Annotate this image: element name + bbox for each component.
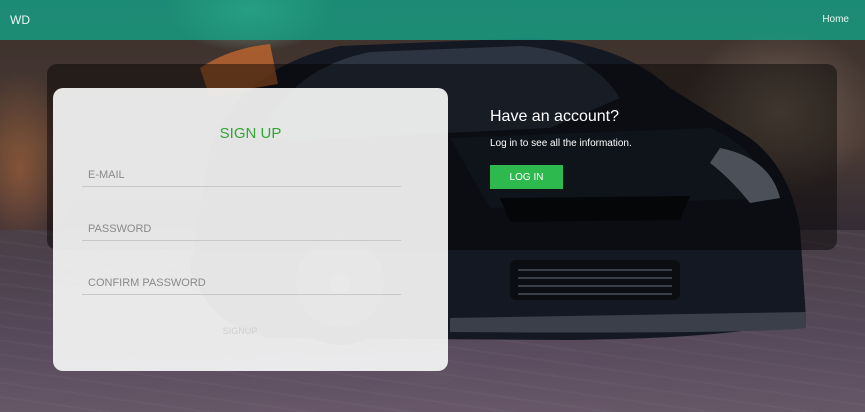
login-panel-subtitle: Log in to see all the information. [490,138,632,149]
brand-logo-text[interactable]: WD [10,13,30,27]
confirm-password-field[interactable] [82,272,401,295]
signup-card: SIGN UP SIGNUP [53,88,448,371]
email-field[interactable] [82,164,401,187]
page: WD Home Have an account? Log in to see a… [0,0,865,412]
signup-title: SIGN UP [219,125,282,142]
password-field[interactable] [82,218,401,241]
top-navbar: WD Home [0,0,865,40]
nav-link-home[interactable]: Home [822,14,849,25]
login-button[interactable]: LOG IN [490,165,563,189]
login-panel-title: Have an account? [490,108,619,125]
signup-button[interactable]: SIGNUP [210,323,270,339]
